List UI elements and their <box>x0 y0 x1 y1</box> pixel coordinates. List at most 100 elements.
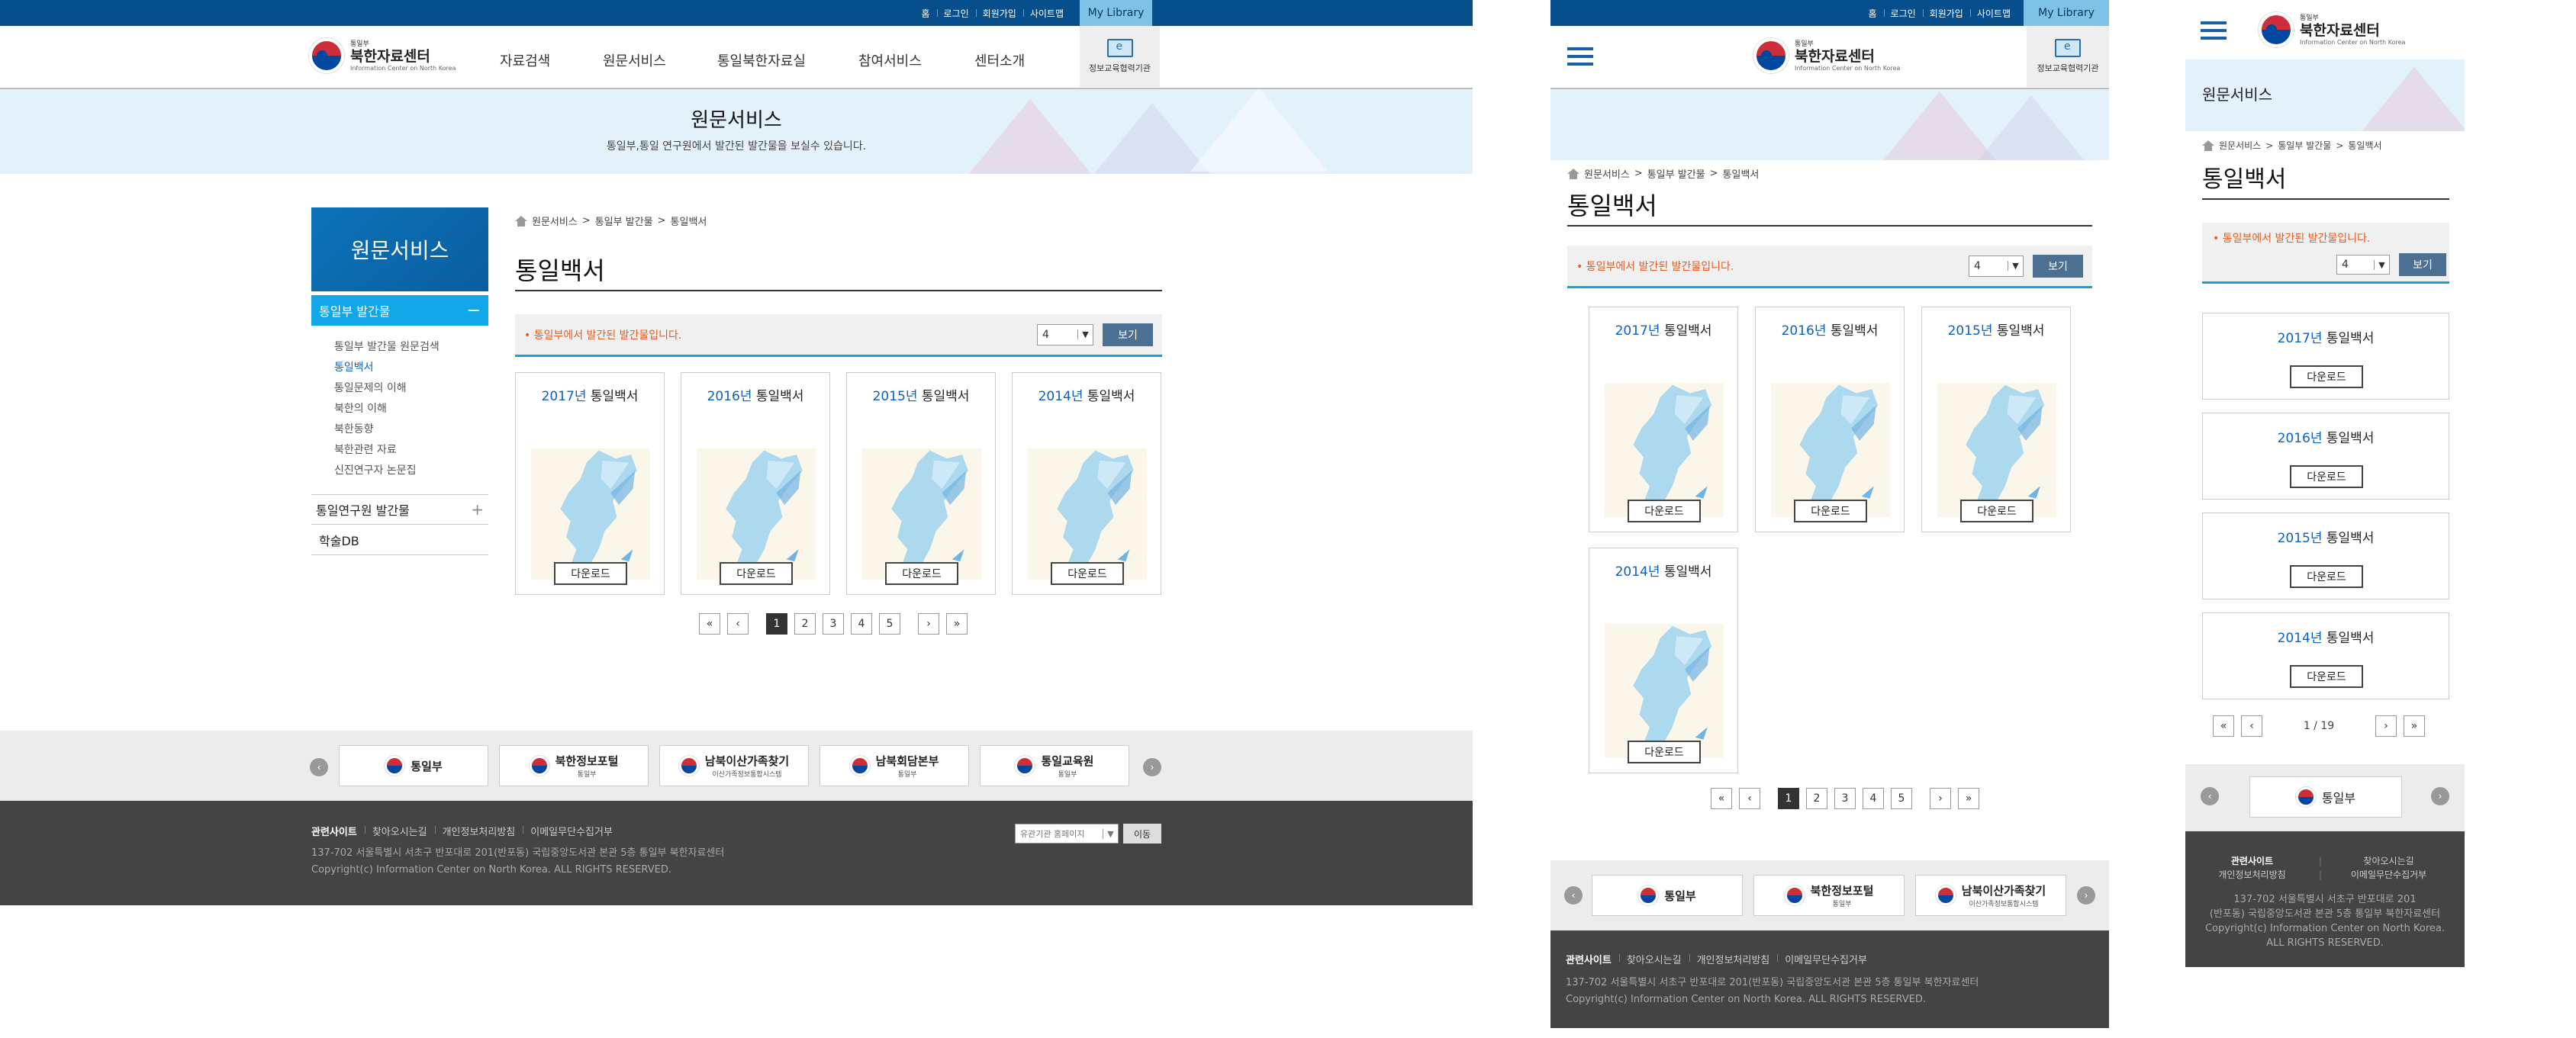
last-page-button[interactable]: » <box>2404 715 2425 737</box>
last-page-button[interactable]: » <box>1958 788 1979 809</box>
prev-page-button[interactable]: ‹ <box>1739 788 1760 809</box>
next-page-button[interactable]: › <box>2375 715 2397 737</box>
footer-prev-icon[interactable]: ‹ <box>2201 787 2219 805</box>
footer-logo-link[interactable]: 북한정보포털 통일부 <box>499 745 649 786</box>
card-title[interactable]: 2014년 통일백서 <box>1589 561 1737 580</box>
gnb-archive[interactable]: 통일북한자료실 <box>717 50 806 70</box>
book-cover[interactable] <box>1771 383 1890 517</box>
page-5[interactable]: 5 <box>879 613 900 635</box>
page-3[interactable]: 3 <box>823 613 844 635</box>
lnb-item-academic-db[interactable]: 학술DB <box>311 525 488 555</box>
footer-next-icon[interactable]: › <box>1143 758 1161 776</box>
footer-link[interactable]: 관련사이트 <box>311 824 365 838</box>
footer-logo-link[interactable]: 통일부 <box>339 745 488 786</box>
card-title[interactable]: 2016년 통일백서 <box>1756 320 1904 339</box>
lnb-sub-item[interactable]: 북한의 이해 <box>334 399 440 419</box>
footer-logo-unification[interactable]: 통일부 <box>2249 776 2402 818</box>
count-select[interactable]: 4 ▼ <box>1969 255 2024 277</box>
download-button[interactable]: 다운로드 <box>720 562 793 585</box>
page-2[interactable]: 2 <box>1806 788 1827 809</box>
page-1[interactable]: 1 <box>1778 788 1799 809</box>
card-title[interactable]: 2015년 통일백서 <box>2203 527 2449 546</box>
menu-icon[interactable] <box>2201 21 2227 40</box>
download-button[interactable]: 다운로드 <box>1794 500 1867 522</box>
crumb[interactable]: 원문서비스 <box>2219 139 2261 152</box>
crumb[interactable]: 원문서비스 <box>532 214 578 228</box>
view-button[interactable]: 보기 <box>2399 253 2446 276</box>
footer-link[interactable]: 찾아오시는길 <box>2322 854 2455 868</box>
count-select[interactable]: 4 ▼ <box>1037 323 1093 345</box>
download-button[interactable]: 다운로드 <box>1628 741 1701 763</box>
view-button[interactable]: 보기 <box>1103 323 1153 346</box>
footer-logo-link[interactable]: 남북이산가족찾기 이산가족정보통합시스템 <box>1915 875 2066 916</box>
footer-prev-icon[interactable]: ‹ <box>310 758 328 776</box>
gnb-original[interactable]: 원문서비스 <box>603 50 666 70</box>
my-library-button[interactable]: My Library <box>2024 0 2109 26</box>
crumb[interactable]: 원문서비스 <box>1584 166 1630 181</box>
book-cover[interactable] <box>531 448 650 580</box>
home-link[interactable]: 홈 <box>1861 7 1883 20</box>
related-site-select[interactable]: 유관기관 홈페이지 ▼ <box>1015 824 1119 844</box>
page-3[interactable]: 3 <box>1834 788 1856 809</box>
download-button[interactable]: 다운로드 <box>2290 465 2363 488</box>
last-page-button[interactable]: » <box>946 613 968 635</box>
gnb-about[interactable]: 센터소개 <box>974 50 1025 70</box>
page-2[interactable]: 2 <box>794 613 816 635</box>
lnb-active-item[interactable]: 통일부 발간물 − <box>311 295 488 326</box>
footer-logo-link[interactable]: 통일교육원 통일부 <box>980 745 1129 786</box>
footer-link[interactable]: 개인정보처리방침 <box>1689 952 1778 966</box>
menu-icon[interactable] <box>1567 47 1593 66</box>
footer-next-icon[interactable]: › <box>2431 787 2449 805</box>
login-link[interactable]: 로그인 <box>1883 7 1923 20</box>
edu-partner-link[interactable]: 정보교육협력기관 <box>2027 26 2109 87</box>
gnb-participation[interactable]: 참여서비스 <box>858 50 922 70</box>
lnb-sub-item[interactable]: 통일문제의 이해 <box>334 378 440 399</box>
next-page-button[interactable]: › <box>918 613 939 635</box>
card-title[interactable]: 2017년 통일백서 <box>1589 320 1737 339</box>
home-icon[interactable] <box>1567 168 1579 179</box>
edu-partner-link[interactable]: 정보교육협력기관 <box>1080 26 1160 87</box>
card-title[interactable]: 2015년 통일백서 <box>1922 320 2070 339</box>
page-4[interactable]: 4 <box>851 613 872 635</box>
footer-link[interactable]: 찾아오시는길 <box>364 824 435 838</box>
footer-link[interactable]: 개인정보처리방침 <box>434 824 523 838</box>
page-5[interactable]: 5 <box>1891 788 1912 809</box>
lnb-sub-item[interactable]: 신진연구자 논문집 <box>334 461 440 481</box>
lnb-item-kinu[interactable]: 통일연구원 발간물 + <box>311 494 488 525</box>
card-title[interactable]: 2016년 통일백서 <box>2203 427 2449 446</box>
signup-link[interactable]: 회원가입 <box>1922 7 1970 20</box>
lnb-sub-item[interactable]: 북한동향 <box>334 419 440 440</box>
crumb[interactable]: 통일부 발간물 <box>2278 139 2331 152</box>
card-title[interactable]: 2017년 통일백서 <box>516 385 664 404</box>
first-page-button[interactable]: « <box>2213 715 2234 737</box>
card-title[interactable]: 2015년 통일백서 <box>847 385 995 404</box>
download-button[interactable]: 다운로드 <box>554 562 627 585</box>
download-button[interactable]: 다운로드 <box>2290 365 2363 388</box>
download-button[interactable]: 다운로드 <box>1960 500 2033 522</box>
footer-link[interactable]: 관련사이트 <box>1566 952 1619 966</box>
crumb[interactable]: 통일부 발간물 <box>1647 166 1705 181</box>
card-title[interactable]: 2017년 통일백서 <box>2203 327 2449 346</box>
login-link[interactable]: 로그인 <box>936 7 976 20</box>
crumb[interactable]: 통일부 발간물 <box>595 214 653 228</box>
lnb-sub-item[interactable]: 통일부 발간물 원문검색 <box>334 337 440 358</box>
footer-link[interactable]: 이메일무단수집거부 <box>2322 868 2455 882</box>
lnb-sub-item[interactable]: 북한관련 자료 <box>334 440 440 461</box>
home-icon[interactable] <box>2202 140 2214 151</box>
prev-page-button[interactable]: ‹ <box>727 613 749 635</box>
footer-prev-icon[interactable]: ‹ <box>1564 886 1583 905</box>
count-select[interactable]: 4 ▼ <box>2336 255 2390 275</box>
book-cover[interactable] <box>862 448 981 580</box>
download-button[interactable]: 다운로드 <box>2290 565 2363 588</box>
page-4[interactable]: 4 <box>1863 788 1884 809</box>
footer-link[interactable]: 이메일무단수집거부 <box>523 824 620 838</box>
download-button[interactable]: 다운로드 <box>2290 665 2363 688</box>
footer-link[interactable]: 찾아오시는길 <box>1618 952 1689 966</box>
sitemap-link[interactable]: 사이트맵 <box>1022 7 1071 20</box>
footer-logo-link[interactable]: 북한정보포털 통일부 <box>1753 875 1905 916</box>
home-icon[interactable] <box>515 215 527 227</box>
download-button[interactable]: 다운로드 <box>1051 562 1124 585</box>
sitemap-link[interactable]: 사이트맵 <box>1969 7 2017 20</box>
site-logo[interactable]: 통일부 북한자료센터 Information Center on North K… <box>1753 38 1900 73</box>
footer-logo-link[interactable]: 남북회담본부 통일부 <box>819 745 969 786</box>
